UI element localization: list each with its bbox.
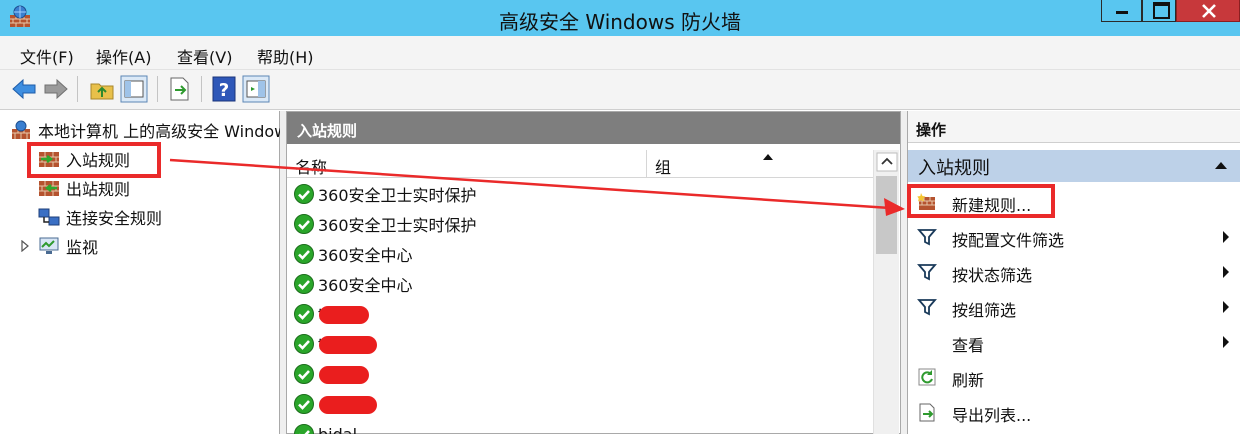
tree-item-connection-security-rules[interactable]: 连接安全规则	[38, 204, 162, 230]
show-hide-tree-icon[interactable]	[120, 75, 148, 103]
action-item[interactable]: 导出列表...	[908, 395, 1240, 429]
actions-group-label: 入站规则	[918, 158, 990, 179]
maximize-button[interactable]	[1142, 0, 1176, 22]
tree-label-local-computer: 本地计算机 上的高级安全 Windows 防火墙	[38, 122, 280, 141]
actions-pane: 操作 入站规则 新建规则... 按配置文件筛选 按状态筛选 按组筛选 查看 刷新 导出列表.…	[907, 111, 1240, 434]
actions-group-inbound-rules[interactable]: 入站规则	[908, 150, 1240, 182]
export-list-icon	[919, 403, 935, 422]
outbound-rules-icon	[39, 181, 59, 196]
enabled-check-icon	[294, 274, 314, 294]
enabled-check-icon	[294, 334, 314, 354]
rule-name: 360安全中心	[318, 276, 413, 295]
rules-list-pane: 入站规则 名称 组 360安全卫士实时保护 360安全卫士实时保护 360安全中心 3…	[286, 111, 901, 434]
title-bar: 高级安全 Windows 防火墙	[0, 0, 1240, 36]
expand-icon[interactable]	[20, 240, 30, 252]
export-icon[interactable]	[166, 75, 194, 103]
menu-bar: 文件(F) 操作(A) 查看(V) 帮助(H)	[0, 36, 1240, 70]
filter-icon	[917, 299, 937, 316]
connection-security-icon	[38, 208, 60, 226]
menu-view[interactable]: 查看(V)	[177, 44, 232, 68]
refresh-icon	[918, 368, 936, 386]
rule-name: 360安全卫士实时保护	[318, 186, 477, 205]
enabled-check-icon	[294, 184, 314, 204]
firewall-icon	[12, 120, 30, 139]
help-icon[interactable]: ?	[210, 75, 238, 103]
redaction-mark	[319, 336, 377, 354]
redaction-mark	[319, 396, 377, 414]
toolbar-separator	[201, 76, 202, 102]
close-icon	[1202, 4, 1216, 18]
menu-action[interactable]: 操作(A)	[96, 44, 151, 68]
action-label: 按组筛选	[952, 301, 1017, 320]
rule-row[interactable]: 360安全中心	[293, 270, 413, 298]
action-item[interactable]: 按组筛选	[908, 290, 1240, 324]
rule-row[interactable]	[293, 390, 318, 418]
tree-item-local-computer[interactable]: 本地计算机 上的高级安全 Windows 防火墙	[10, 117, 280, 143]
toolbar-separator	[157, 76, 158, 102]
action-label: 按状态筛选	[952, 266, 1033, 285]
column-header-name[interactable]: 名称	[287, 150, 647, 178]
enabled-check-icon	[294, 244, 314, 264]
submenu-arrow-icon	[1223, 266, 1229, 278]
scroll-thumb[interactable]	[876, 176, 897, 254]
monitoring-icon	[39, 237, 59, 254]
enabled-check-icon	[294, 364, 314, 384]
rule-name: bidal	[318, 424, 358, 434]
tree-item-monitoring[interactable]: 监视	[20, 233, 98, 259]
forward-icon[interactable]	[42, 75, 70, 103]
redaction-mark	[319, 366, 369, 384]
annotation-highlight-inbound-rules	[27, 142, 161, 178]
submenu-arrow-icon	[1223, 336, 1229, 348]
actions-pane-title: 操作	[908, 111, 1240, 143]
tree-label-monitoring: 监视	[66, 238, 99, 257]
action-item[interactable]: 查看	[908, 325, 1240, 359]
minimize-button[interactable]	[1101, 0, 1142, 22]
tree-label-outbound-rules: 出站规则	[66, 180, 131, 199]
action-label: 导出列表...	[952, 406, 1032, 425]
filter-icon	[917, 264, 937, 281]
rule-row[interactable]	[293, 360, 318, 388]
menu-help[interactable]: 帮助(H)	[257, 44, 314, 68]
list-pane-header: 入站规则	[287, 112, 900, 144]
annotation-highlight-new-rule	[907, 184, 1055, 218]
action-item[interactable]: 按配置文件筛选	[908, 220, 1240, 254]
show-hide-action-pane-icon[interactable]	[242, 75, 270, 103]
action-label: 刷新	[952, 371, 985, 390]
enabled-check-icon	[294, 304, 314, 324]
window-title: 高级安全 Windows 防火墙	[499, 10, 741, 34]
column-header-group[interactable]: 组	[647, 150, 873, 178]
enabled-check-icon	[294, 394, 314, 414]
rule-name: 360安全中心	[318, 246, 413, 265]
help-glyph: ?	[219, 80, 229, 101]
rule-row[interactable]: 360安全中心	[293, 240, 413, 268]
toolbar-separator	[77, 76, 78, 102]
filter-icon	[917, 229, 937, 246]
tree-item-outbound-rules[interactable]: 出站规则	[38, 175, 130, 201]
enabled-check-icon	[294, 214, 314, 234]
action-item[interactable]: 按状态筛选	[908, 255, 1240, 289]
action-label: 按配置文件筛选	[952, 231, 1065, 250]
up-folder-icon[interactable]	[88, 75, 116, 103]
vertical-scrollbar[interactable]	[873, 150, 899, 434]
menu-file[interactable]: 文件(F)	[20, 44, 74, 68]
redaction-mark	[319, 306, 369, 324]
tree-label-connection-security-rules: 连接安全规则	[66, 209, 163, 228]
scroll-up-icon[interactable]	[874, 150, 900, 174]
collapse-icon[interactable]	[1215, 162, 1227, 169]
action-label: 查看	[952, 336, 985, 355]
close-button[interactable]	[1176, 0, 1240, 22]
rule-row[interactable]: bidal	[293, 420, 357, 434]
rule-name: 360安全卫士实时保护	[318, 216, 477, 235]
rule-row[interactable]: 360安全卫士实时保护	[293, 180, 477, 208]
toolbar: ?	[0, 70, 1240, 110]
submenu-arrow-icon	[1223, 301, 1229, 313]
rule-row[interactable]: 360安全卫士实时保护	[293, 210, 477, 238]
enabled-check-icon	[294, 424, 314, 434]
sort-ascending-icon	[763, 154, 773, 160]
back-icon[interactable]	[10, 75, 38, 103]
submenu-arrow-icon	[1223, 231, 1229, 243]
action-item[interactable]: 刷新	[908, 360, 1240, 394]
